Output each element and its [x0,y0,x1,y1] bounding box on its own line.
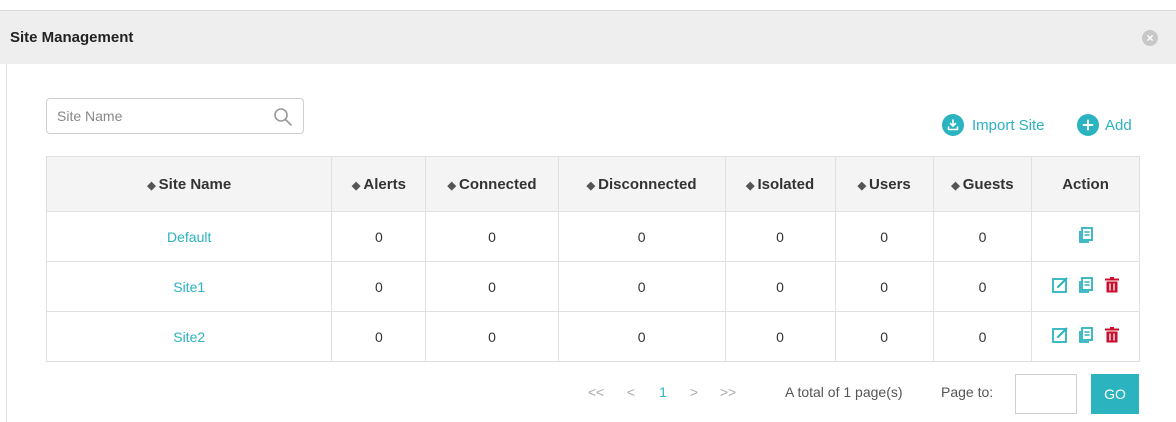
column-header-users[interactable]: ◆ Users [834,156,934,212]
panel-header: Site Management [0,11,1176,64]
column-header-isolated[interactable]: ◆ Isolated [724,156,836,212]
go-button[interactable]: GO [1091,374,1139,414]
sort-icon: ◆ [745,179,755,192]
table-row: Default 0 0 0 0 0 0 [45,211,1140,262]
isolated-cell: 0 [724,311,836,362]
next-page-button[interactable]: > [679,374,709,410]
disconnected-cell: 0 [557,211,726,262]
table-row: Site1 0 0 0 0 0 0 [45,261,1140,312]
import-site-label: Import Site [972,116,1045,134]
sort-icon: ◆ [951,179,960,192]
import-icon [942,114,964,136]
connected-cell: 0 [425,211,559,262]
action-cell [1031,261,1140,312]
disconnected-cell: 0 [557,311,726,362]
sort-icon: ◆ [147,179,156,192]
total-pages-text: A total of 1 page(s) [785,384,903,400]
alerts-cell: 0 [331,311,427,362]
disconnected-cell: 0 [557,261,726,312]
column-header-alerts[interactable]: ◆ Alerts [331,156,427,212]
prev-page-button[interactable]: < [616,374,646,410]
guests-cell: 0 [932,211,1033,262]
table-row: Site2 0 0 0 0 0 0 [45,311,1140,362]
search-field [46,98,304,134]
column-header-site-name[interactable]: ◆ Site Name [45,156,333,212]
copy-icon[interactable] [1077,276,1095,294]
connected-cell: 0 [425,311,559,362]
column-header-guests[interactable]: ◆ Guests [932,156,1033,212]
page-to-label: Page to: [941,384,994,400]
close-icon[interactable]: × [1142,30,1158,46]
guests-cell: 0 [932,311,1033,362]
site-link[interactable]: Site1 [173,279,205,295]
users-cell: 0 [834,261,934,312]
first-page-button[interactable]: << [581,374,611,410]
alerts-cell: 0 [331,211,427,262]
delete-icon[interactable] [1103,326,1121,344]
page-title: Site Management [10,29,134,46]
site-name-cell: Default [45,211,333,262]
page-to-input[interactable] [1015,374,1077,414]
users-cell: 0 [834,311,934,362]
import-site-button[interactable]: Import Site [942,114,1045,136]
search-input[interactable] [57,106,257,126]
copy-icon[interactable] [1077,226,1095,244]
isolated-cell: 0 [724,211,836,262]
alerts-cell: 0 [331,261,427,312]
sort-icon: ◆ [351,179,361,192]
isolated-cell: 0 [724,261,836,312]
connected-cell: 0 [425,261,559,312]
edit-icon[interactable] [1051,276,1069,294]
add-site-label: Add [1105,116,1132,134]
delete-icon[interactable] [1103,276,1121,294]
site-link[interactable]: Site2 [173,329,205,345]
plus-icon [1077,114,1099,136]
copy-icon[interactable] [1077,326,1095,344]
column-header-action: Action [1031,156,1140,212]
site-link[interactable]: Default [167,229,211,245]
sort-icon: ◆ [447,179,456,192]
sort-icon: ◆ [586,179,596,192]
guests-cell: 0 [932,261,1033,312]
sites-table: ◆ Site Name ◆ Alerts ◆ Connected ◆ Disconnec… [45,156,1140,362]
column-header-disconnected[interactable]: ◆ Disconnected [557,156,726,212]
site-name-cell: Site2 [45,311,333,362]
search-icon[interactable] [273,107,293,127]
table-header-row: ◆ Site Name ◆ Alerts ◆ Connected ◆ Disconnec… [45,156,1140,212]
users-cell: 0 [834,211,934,262]
site-name-cell: Site1 [45,261,333,312]
action-cell [1031,211,1140,262]
panel-border [6,64,7,422]
sort-icon: ◆ [857,179,867,192]
last-page-button[interactable]: >> [713,374,743,410]
add-site-button[interactable]: Add [1077,114,1132,136]
current-page-button[interactable]: 1 [648,374,678,410]
action-cell [1031,311,1140,362]
column-header-connected[interactable]: ◆ Connected [425,156,559,212]
edit-icon[interactable] [1051,326,1069,344]
